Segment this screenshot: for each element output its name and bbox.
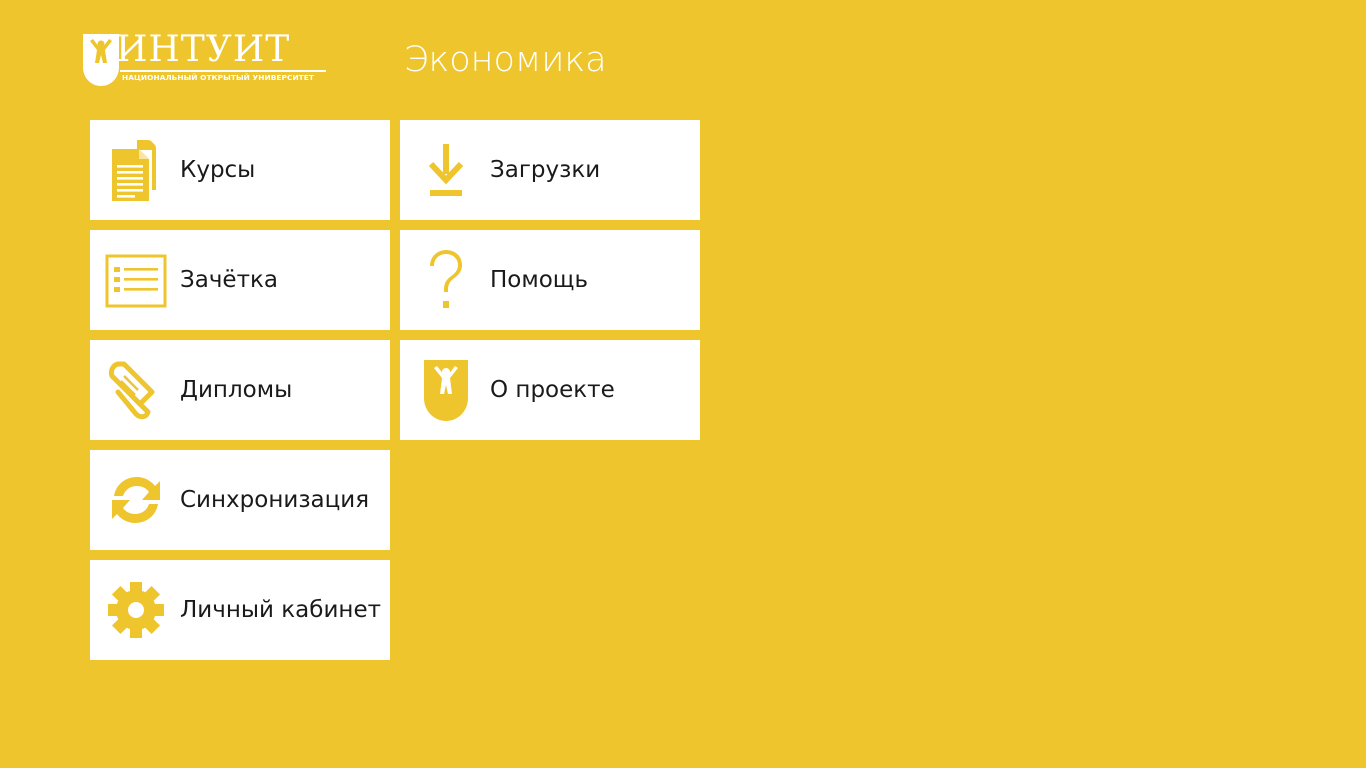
tile-label: Помощь <box>490 267 589 293</box>
tile-personal-account[interactable]: Личный кабинет <box>90 560 390 660</box>
tile-courses[interactable]: Курсы <box>90 120 390 220</box>
question-icon <box>414 248 478 312</box>
tile-label: Личный кабинет <box>180 597 381 623</box>
diploma-scroll-icon <box>104 358 168 422</box>
page-title: Экономика <box>404 40 607 80</box>
tile-label: Курсы <box>180 157 256 183</box>
tile-downloads[interactable]: Загрузки <box>400 120 700 220</box>
tile-about[interactable]: О проекте <box>400 340 700 440</box>
logo-subtitle: НАЦИОНАЛЬНЫЙ ОТКРЫТЫЙ УНИВЕРСИТЕТ <box>122 73 314 82</box>
logo-divider <box>120 70 326 72</box>
gear-icon <box>104 578 168 642</box>
tile-label: Синхронизация <box>180 487 370 513</box>
tile-diplomas[interactable]: Дипломы <box>90 340 390 440</box>
tile-gradebook[interactable]: Зачётка <box>90 230 390 330</box>
sync-icon <box>104 468 168 532</box>
intuit-shield-icon <box>83 34 119 86</box>
tile-help[interactable]: Помощь <box>400 230 700 330</box>
logo-name: ИНТУИТ <box>116 29 291 70</box>
download-icon <box>414 138 478 202</box>
tile-label: Зачётка <box>180 267 278 293</box>
tile-label: Дипломы <box>180 377 293 403</box>
list-icon <box>104 248 168 312</box>
intuit-logo: ИНТУИТ НАЦИОНАЛЬНЫЙ ОТКРЫТЫЙ УНИВЕРСИТЕТ <box>82 29 328 87</box>
tile-sync[interactable]: Синхронизация <box>90 450 390 550</box>
documents-icon <box>104 138 168 202</box>
tile-label: О проекте <box>490 377 615 403</box>
tile-label: Загрузки <box>490 157 601 183</box>
intuit-shield-icon <box>414 358 478 422</box>
header: ИНТУИТ НАЦИОНАЛЬНЫЙ ОТКРЫТЫЙ УНИВЕРСИТЕТ… <box>0 0 1366 110</box>
